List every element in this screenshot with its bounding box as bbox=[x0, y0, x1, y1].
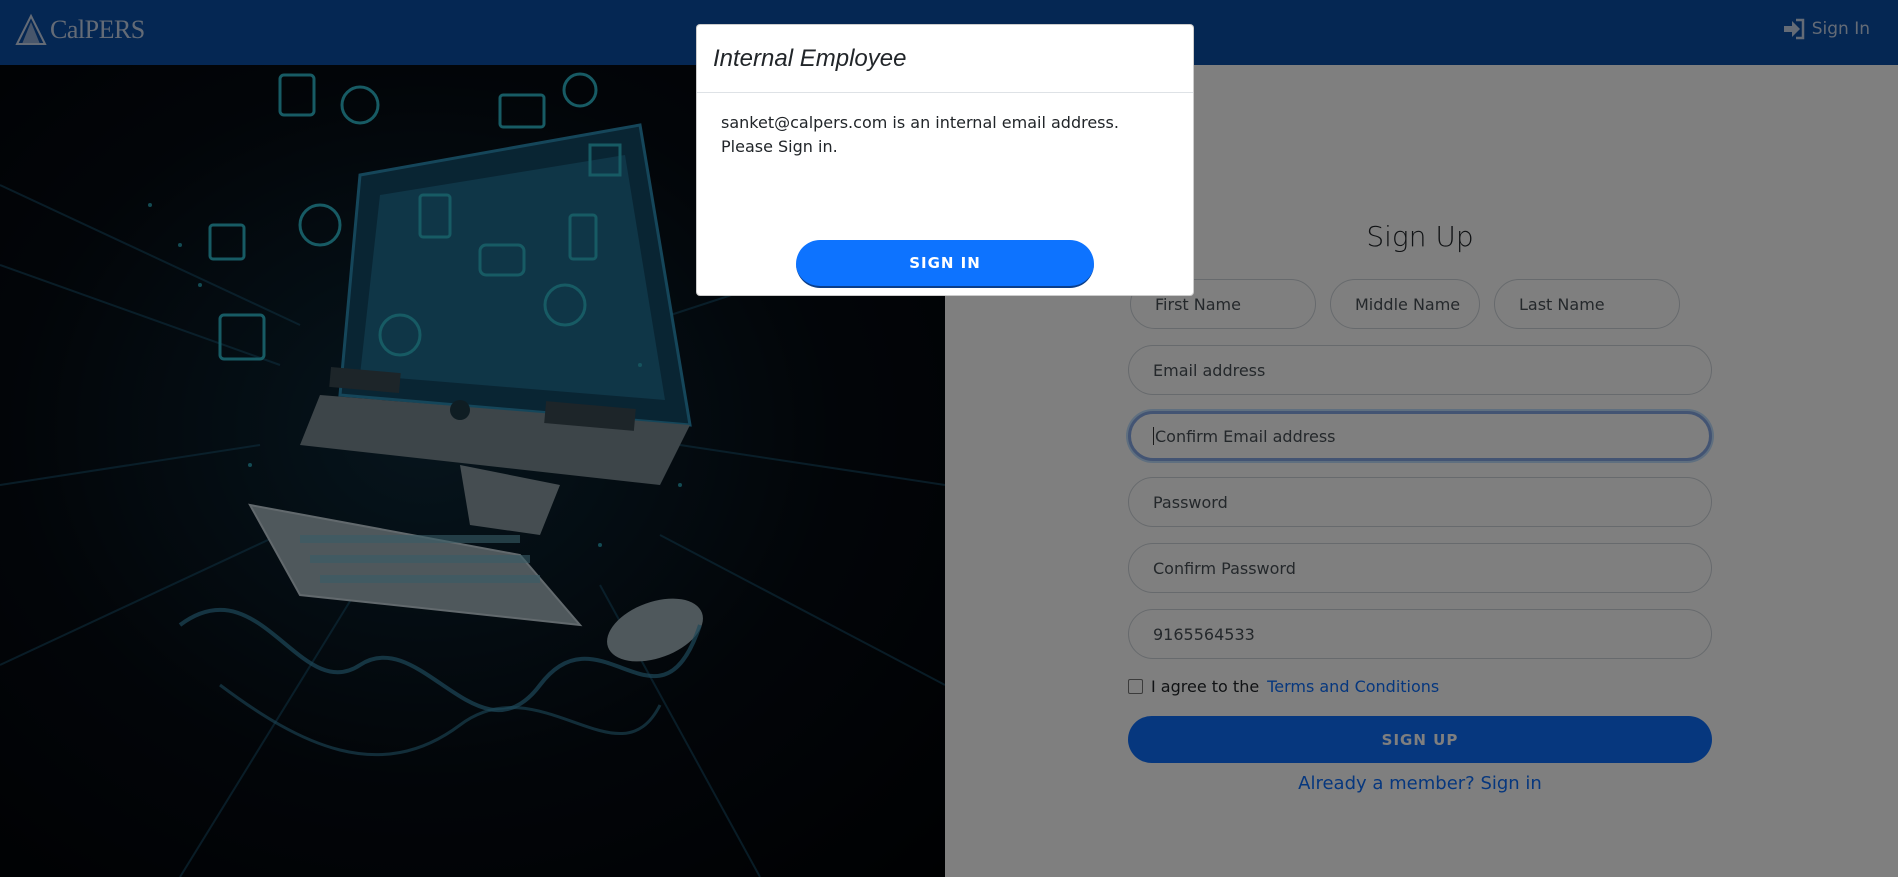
modal-message: sanket@calpers.com is an internal email … bbox=[721, 113, 1119, 156]
internal-employee-modal: Internal Employee sanket@calpers.com is … bbox=[696, 24, 1194, 296]
modal-header: Internal Employee bbox=[697, 25, 1193, 93]
modal-title: Internal Employee bbox=[713, 44, 907, 72]
modal-signin-button[interactable]: SIGN IN bbox=[796, 240, 1094, 288]
